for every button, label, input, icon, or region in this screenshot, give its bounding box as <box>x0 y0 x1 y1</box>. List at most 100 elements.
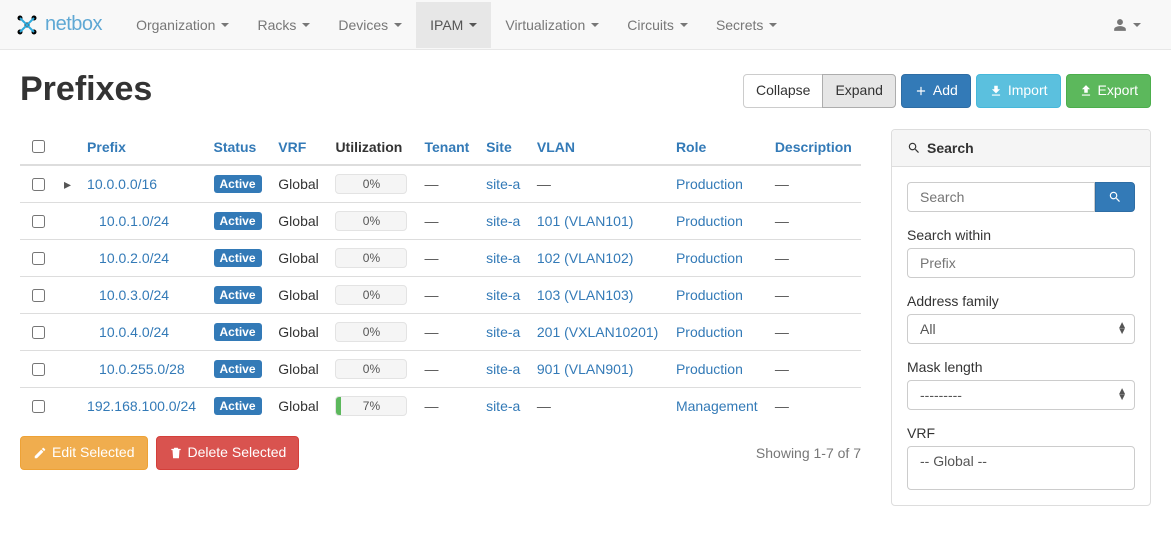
col-role[interactable]: Role <box>676 139 706 155</box>
search-within-input[interactable] <box>907 248 1135 278</box>
search-icon <box>907 141 921 155</box>
status-badge: Active <box>214 175 262 193</box>
site-link[interactable]: site-a <box>486 213 520 229</box>
add-button[interactable]: Add <box>901 74 971 108</box>
caret-down-icon <box>302 23 310 27</box>
nav-item-ipam[interactable]: IPAM <box>416 2 491 48</box>
role-link[interactable]: Production <box>676 213 743 229</box>
role-link[interactable]: Production <box>676 324 743 340</box>
nav-item-secrets[interactable]: Secrets <box>702 2 791 48</box>
collapse-button[interactable]: Collapse <box>743 74 823 108</box>
prefix-link[interactable]: 192.168.100.0/24 <box>87 398 196 414</box>
vlan-value: — <box>537 398 551 414</box>
select-all-checkbox[interactable] <box>32 140 45 153</box>
search-input[interactable] <box>907 182 1095 212</box>
site-link[interactable]: site-a <box>486 324 520 340</box>
prefix-link[interactable]: 10.0.1.0/24 <box>99 213 169 229</box>
address-family-select[interactable]: All <box>907 314 1135 344</box>
description-value: — <box>775 176 789 192</box>
expand-toggle-icon[interactable]: ▸ <box>64 176 71 192</box>
import-button[interactable]: Import <box>976 74 1061 108</box>
utilization-bar: 0% <box>335 285 407 305</box>
col-vrf[interactable]: VRF <box>278 139 306 155</box>
brand-text: netbox <box>45 13 102 36</box>
role-link[interactable]: Production <box>676 176 743 192</box>
delete-selected-button[interactable]: Delete Selected <box>156 436 300 470</box>
export-button[interactable]: Export <box>1066 74 1151 108</box>
nav-item-racks[interactable]: Racks <box>243 2 324 48</box>
row-checkbox[interactable] <box>32 289 45 302</box>
expand-button[interactable]: Expand <box>822 74 895 108</box>
mask-length-select[interactable]: --------- <box>907 380 1135 410</box>
edit-selected-button[interactable]: Edit Selected <box>20 436 148 470</box>
site-link[interactable]: site-a <box>486 176 520 192</box>
role-link[interactable]: Production <box>676 250 743 266</box>
status-badge: Active <box>214 212 262 230</box>
col-prefix[interactable]: Prefix <box>87 139 126 155</box>
utilization-bar: 0% <box>335 174 407 194</box>
address-family-label: Address family <box>907 293 1135 309</box>
site-link[interactable]: site-a <box>486 398 520 414</box>
prefix-link[interactable]: 10.0.0.0/16 <box>87 176 157 192</box>
col-status[interactable]: Status <box>214 139 257 155</box>
prefix-link[interactable]: 10.0.255.0/28 <box>99 361 185 377</box>
nav-item-devices[interactable]: Devices <box>324 2 416 48</box>
col-tenant[interactable]: Tenant <box>424 139 469 155</box>
table-row: 10.0.4.0/24ActiveGlobal0%—site-a201 (VXL… <box>20 314 861 351</box>
col-description[interactable]: Description <box>775 139 852 155</box>
nav-item-label: Secrets <box>716 17 763 33</box>
nav-item-virtualization[interactable]: Virtualization <box>491 2 613 48</box>
description-value: — <box>775 287 789 303</box>
search-icon <box>1108 190 1122 204</box>
prefix-link[interactable]: 10.0.4.0/24 <box>99 324 169 340</box>
nav-item-circuits[interactable]: Circuits <box>613 2 702 48</box>
nav-item-organization[interactable]: Organization <box>122 2 243 48</box>
utilization-bar: 0% <box>335 211 407 231</box>
row-checkbox[interactable] <box>32 326 45 339</box>
role-link[interactable]: Production <box>676 287 743 303</box>
vlan-link[interactable]: 201 (VXLAN10201) <box>537 324 658 340</box>
col-site[interactable]: Site <box>486 139 512 155</box>
prefix-link[interactable]: 10.0.3.0/24 <box>99 287 169 303</box>
site-link[interactable]: site-a <box>486 250 520 266</box>
caret-down-icon <box>680 23 688 27</box>
vlan-link[interactable]: 901 (VLAN901) <box>537 361 634 377</box>
vlan-link[interactable]: 103 (VLAN103) <box>537 287 634 303</box>
row-checkbox[interactable] <box>32 363 45 376</box>
table-row: ▸10.0.0.0/16ActiveGlobal0%—site-a—Produc… <box>20 165 861 203</box>
user-menu[interactable] <box>1098 3 1156 47</box>
vlan-link[interactable]: 101 (VLAN101) <box>537 213 634 229</box>
brand-link[interactable]: netbox <box>15 13 102 37</box>
prefix-link[interactable]: 10.0.2.0/24 <box>99 250 169 266</box>
vrf-multiselect[interactable]: -- Global -- <box>907 446 1135 490</box>
status-badge: Active <box>214 397 262 415</box>
vlan-link[interactable]: 102 (VLAN102) <box>537 250 634 266</box>
utilization-text: 0% <box>363 214 380 228</box>
search-submit-button[interactable] <box>1095 182 1135 212</box>
vrf-option-global[interactable]: -- Global -- <box>908 451 1134 471</box>
tenant-value: — <box>424 250 438 266</box>
tenant-value: — <box>424 398 438 414</box>
utilization-bar: 0% <box>335 248 407 268</box>
row-checkbox[interactable] <box>32 215 45 228</box>
utilization-text: 0% <box>363 177 380 191</box>
site-link[interactable]: site-a <box>486 287 520 303</box>
vrf-value: Global <box>278 176 318 192</box>
row-checkbox[interactable] <box>32 178 45 191</box>
row-checkbox[interactable] <box>32 252 45 265</box>
caret-down-icon <box>1133 23 1141 27</box>
top-navbar: netbox OrganizationRacksDevices IPAM Virtu… <box>0 0 1171 50</box>
role-link[interactable]: Production <box>676 361 743 377</box>
site-link[interactable]: site-a <box>486 361 520 377</box>
description-value: — <box>775 324 789 340</box>
col-vlan[interactable]: VLAN <box>537 139 575 155</box>
role-link[interactable]: Management <box>676 398 758 414</box>
netbox-logo-icon <box>15 13 39 37</box>
caret-down-icon <box>469 23 477 27</box>
row-checkbox[interactable] <box>32 400 45 413</box>
plus-icon <box>914 84 928 98</box>
description-value: — <box>775 213 789 229</box>
col-utilization: Utilization <box>335 139 402 155</box>
utilization-text: 0% <box>363 362 380 376</box>
nav-item-label: IPAM <box>430 17 463 33</box>
